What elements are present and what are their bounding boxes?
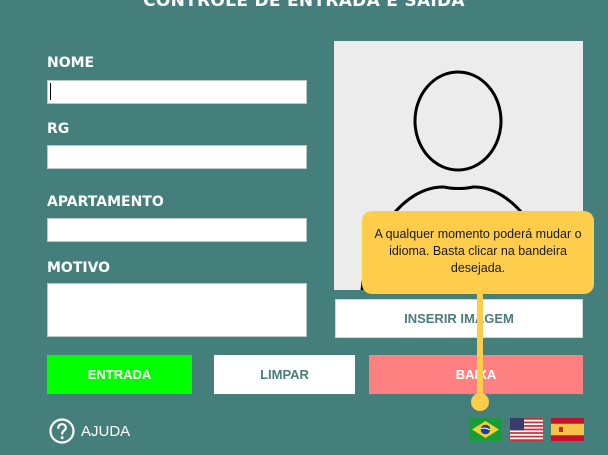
nome-field[interactable]	[47, 80, 307, 104]
spain-flag-icon[interactable]	[551, 418, 584, 441]
usa-flag-icon[interactable]	[510, 418, 543, 441]
entrada-button[interactable]: ENTRADA	[47, 355, 192, 394]
help-button[interactable]: AJUDA	[49, 418, 130, 444]
language-tooltip: A qualquer momento poderá mudar o idioma…	[362, 211, 594, 294]
baixa-button[interactable]: BAIXA	[369, 355, 583, 394]
insert-image-button[interactable]: INSERIR IMAGEM	[335, 299, 583, 338]
text-caret	[50, 83, 51, 100]
nome-label: NOME	[47, 55, 95, 71]
apartamento-field[interactable]	[47, 218, 307, 242]
motivo-label: MOTIVO	[47, 260, 111, 276]
page-title: CONTROLE DE ENTRADA E SAÍDA	[143, 0, 465, 11]
rg-label: RG	[47, 121, 70, 137]
tooltip-pointer-line	[477, 294, 483, 396]
help-label: AJUDA	[81, 422, 131, 440]
tooltip-pointer-dot	[471, 393, 489, 411]
rg-field[interactable]	[47, 145, 307, 169]
motivo-field[interactable]	[47, 283, 307, 337]
limpar-button[interactable]: LIMPAR	[214, 355, 355, 394]
brazil-flag-icon[interactable]	[469, 418, 502, 441]
apartamento-label: APARTAMENTO	[47, 194, 164, 210]
question-circle-icon	[49, 418, 75, 444]
